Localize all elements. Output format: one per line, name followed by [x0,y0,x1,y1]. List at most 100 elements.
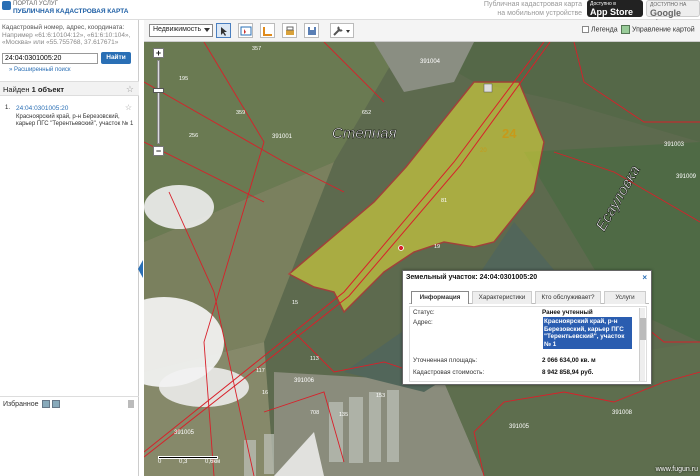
quarter-label: 391005 [174,430,195,436]
quarter-label: 391001 [272,134,293,140]
search-example-1: Например «61:6:10104:12», «61:6:10:104», [2,31,131,39]
parcel-number: 652 [362,110,371,116]
map-control-label: Управление картой [632,26,695,34]
close-icon[interactable]: × [642,273,647,282]
save-tool-button[interactable] [304,23,319,38]
app-title[interactable]: ПУБЛИЧНАЯ КАДАСТРОВАЯ КАРТА [13,8,128,15]
parcel-number-label: 24 [502,126,517,141]
trash-icon[interactable] [128,400,134,408]
parcel-number: 81 [441,198,447,204]
quarter-label: 391005 [509,424,530,430]
found-count: 1 объект [31,85,64,94]
portal-logo[interactable] [2,1,11,10]
parcel-number: 256 [189,133,198,139]
find-button[interactable]: Найти [101,52,131,64]
favorite-star-icon[interactable]: ☆ [125,103,132,112]
printer-icon [286,26,294,35]
chevron-down-icon [204,28,210,32]
small-parcel-label: 20 [480,148,487,154]
zoom-slider[interactable] [157,60,160,144]
favorites-label: Избранное [3,400,39,408]
popup-scrollbar-thumb[interactable] [640,318,646,340]
tab-who-serves[interactable]: Кто обслуживает? [535,291,601,304]
parcel-number: 16 [262,390,268,396]
tools-menu-button[interactable] [330,23,354,38]
popup-title: Земельный участок: 24:04:0301005:20 [406,274,538,281]
ruler-icon [263,27,272,36]
map-canvas[interactable]: Степная Есауловка 24 20 391004 391001 39… [144,42,700,476]
favorites-bar: Избранное [0,396,139,410]
favorites-share-icon[interactable] [52,400,61,408]
locality-label: Степная [332,125,397,142]
zoom-in-button[interactable]: + [153,48,164,58]
zoom-control: + − [153,48,164,158]
search-input[interactable] [2,53,98,64]
parcel-number: 135 [339,412,348,418]
cost-value: 8 942 858,94 руб. [542,369,594,376]
status-label: Статус: [413,309,435,316]
cursor-icon [221,27,227,36]
scale-bar: 0 0,3 0,6км [158,456,220,465]
app-header: ПОРТАЛ УСЛУГ ПУБЛИЧНАЯ КАДАСТРОВАЯ КАРТА… [0,0,700,28]
portal-label[interactable]: ПОРТАЛ УСЛУГ [13,1,58,7]
legend-checkbox[interactable] [582,26,589,33]
favorites-export-icon[interactable] [42,400,51,408]
popup-body: Статус: Ранее учтенный Адрес: Красноярск… [409,306,647,382]
measure-tool-button[interactable] [260,23,275,38]
cost-label: Кадастровая стоимость: [413,369,485,376]
result-link[interactable]: 24:04:0301005:20 [16,105,68,112]
advanced-search-link[interactable]: » Расширенный поиск [9,67,71,73]
area-label: Уточненная площадь: [413,357,478,364]
parcel-number: 117 [256,368,265,374]
quarter-label: 391009 [676,174,697,180]
parcel-number: 113 [310,356,319,362]
address-value[interactable]: Красноярский край, р-н Березовский, карь… [543,317,632,349]
zoom-slider-handle[interactable] [153,88,164,93]
pointer-tool-button[interactable] [216,23,231,38]
identify-icon [240,26,252,36]
star-icon[interactable]: ☆ [126,84,134,95]
parcel-number: 19 [434,244,440,250]
app-store-button[interactable]: Доступно в App Store [587,0,643,17]
promo-line-1: Публичная кадастровая карта [483,1,582,8]
layer-select[interactable]: Недвижимость [149,24,213,37]
status-value: Ранее учтенный [542,309,593,316]
quarter-label: 391008 [612,410,633,416]
parcel-info-popup: Земельный участок: 24:04:0301005:20 × Ин… [402,270,652,385]
parcel-number: 357 [252,46,261,52]
scale-tick: 0,3 [179,459,188,465]
identify-tool-button[interactable] [238,23,253,38]
parcel-marker[interactable] [398,245,404,251]
search-hint: Кадастровый номер, адрес, координата: На… [2,24,137,47]
scale-tick: 0 [158,459,162,465]
collapse-sidebar-icon[interactable] [138,260,143,278]
sidebar: Кадастровый номер, адрес, координата: На… [0,20,143,476]
area-value: 2 066 634,00 кв. м [542,357,596,364]
print-tool-button[interactable] [282,23,297,38]
search-hint-title: Кадастровый номер, адрес, координата: [2,24,125,31]
quarter-label: 391006 [294,378,315,384]
map-control-toggle[interactable]: Управление картой [621,25,695,34]
legend-label: Легенда [591,26,618,34]
popup-scrollbar[interactable] [639,308,646,381]
satellite-map[interactable]: Степная Есауловка 24 20 391004 391001 39… [144,42,700,476]
map-toolbar: Недвижимость Легенда Управление картой [144,20,700,42]
parcel-number: 708 [310,410,319,416]
scale-tick: 0,6км [205,459,221,465]
found-label: Найден [3,85,32,94]
parcel-number: 195 [179,76,188,82]
parcel-number: 359 [236,110,245,116]
promo-line-2: на мобильном устройстве [497,10,582,17]
results-header: Найден 1 объект ☆ [0,81,139,96]
result-number: 1. [5,105,11,111]
tab-information[interactable]: Информация [411,291,469,304]
tab-services[interactable]: Услуги [604,291,646,304]
wrench-icon [333,26,350,36]
zoom-out-button[interactable]: − [153,146,164,156]
legend-toggle[interactable]: Легенда [582,26,618,33]
appstore-label: App Store [590,7,634,17]
google-play-button[interactable]: ДОСТУПНО НА Google play [646,0,700,28]
tab-characteristics[interactable]: Характеристики [472,291,532,304]
parcel-number: 15 [292,300,298,306]
search-example-2: «Москва» или «55.755768, 37.617671» [2,39,119,46]
